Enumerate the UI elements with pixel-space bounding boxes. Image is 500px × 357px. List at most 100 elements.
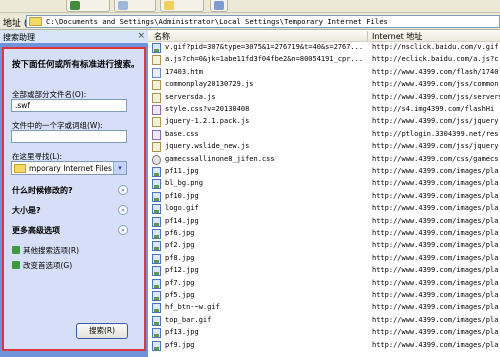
- arrow-right-icon: [12, 261, 20, 269]
- toolbar-button-search[interactable]: [114, 0, 156, 12]
- table-row[interactable]: jquery-1.2.1.pack.js http://www.4399.com/…: [148, 116, 500, 128]
- image-file-icon: [152, 229, 161, 239]
- chevron-down-icon[interactable]: ▾: [113, 162, 126, 174]
- table-row[interactable]: commonplay20130729.js http://www.4399.com…: [148, 79, 500, 91]
- file-name: logo.gif: [165, 204, 199, 213]
- toolbar-button-folders[interactable]: [160, 0, 204, 12]
- internet-address: http://www.4399.com/images/pla: [372, 167, 499, 175]
- address-bar: 地址 (D) C:\Documents and Settings\Adminis…: [0, 13, 500, 30]
- image-file-icon: [152, 204, 161, 215]
- address-input[interactable]: C:\Documents and Settings\Administrator\…: [26, 15, 500, 28]
- lookin-select[interactable]: mporary Internet Files ▾: [11, 161, 127, 175]
- internet-address: http://www.4399.com/images/pla: [372, 191, 499, 200]
- internet-address: http://www.4399.com/images/pla: [372, 241, 499, 250]
- image-file-icon: [152, 191, 161, 202]
- column-header-name[interactable]: 名称: [154, 31, 170, 42]
- expand-chevron-icon[interactable]: »: [118, 185, 128, 195]
- arrow-right-icon: [12, 246, 20, 254]
- table-row[interactable]: jquery.wslide_new.js http://www.4399.com/…: [148, 141, 500, 153]
- phrase-input[interactable]: [11, 130, 127, 143]
- internet-address: http://www.4399.com/images/pla: [372, 229, 499, 237]
- close-icon[interactable]: ×: [137, 31, 145, 41]
- advanced-options-expander[interactable]: 更多高级选项: [12, 225, 60, 236]
- internet-address: http://nsclick.baidu.com/v.gif: [372, 43, 499, 51]
- file-name: top_bar.gif: [165, 315, 212, 324]
- other-search-options-label: 其他搜索选项(R): [23, 246, 80, 255]
- image-file-icon: [152, 266, 161, 277]
- search-form: 按下面任何或所有标准进行搜索。 全部或部分文件名(O): .swf 文件中的一个…: [2, 47, 146, 351]
- table-row[interactable]: bl_bg.png http://www.4399.com/images/pla: [148, 178, 500, 190]
- internet-address: http://www.4399.com/images/pla: [372, 253, 499, 262]
- table-row[interactable]: pf2.jpg http://www.4399.com/images/pla: [148, 240, 500, 252]
- internet-address: http://www.4399.com/images/pla: [372, 291, 499, 299]
- table-row[interactable]: base.css http://ptlogin.3304399.net/res: [148, 129, 500, 141]
- table-row[interactable]: pf13.jpg http://www.4399.com/images/pla: [148, 327, 500, 339]
- change-preferences-link[interactable]: 改变首选项(G): [12, 260, 72, 271]
- table-row[interactable]: pf12.jpg http://www.4399.com/images/pla: [148, 265, 500, 277]
- column-divider[interactable]: [367, 31, 368, 41]
- script-file-icon: [152, 92, 161, 103]
- file-list: 名称 Internet 地址 v.gif?pid=307&type=3075&1…: [148, 30, 500, 357]
- table-row[interactable]: pf8.jpg http://www.4399.com/images/pla: [148, 253, 500, 265]
- image-file-icon: [152, 291, 161, 301]
- file-name: commonplay20130729.js: [165, 80, 254, 89]
- script-file-icon: [152, 55, 161, 66]
- table-row[interactable]: serversda.js http://www.4399.com/jss/serv…: [148, 92, 500, 104]
- change-preferences-label: 改变首选项(G): [23, 261, 73, 270]
- list-header: 名称 Internet 地址: [148, 30, 500, 42]
- table-row[interactable]: logo.gif http://www.4399.com/images/pla: [148, 203, 500, 215]
- internet-address: http://s4.img4399.com/flashHi: [372, 105, 495, 113]
- image-file-icon: [152, 216, 161, 227]
- table-row[interactable]: style.css?v=20130408 http://s4.img4399.co…: [148, 104, 500, 116]
- expand-chevron-icon[interactable]: »: [118, 225, 128, 235]
- table-row[interactable]: a.js?ch=0&jk=1abe11fd3f04fbe2&n=80054191…: [148, 54, 500, 66]
- table-row[interactable]: pf6.jpg http://www.4399.com/images/pla: [148, 228, 500, 240]
- internet-address: http://www.4399.com/flash/1740: [372, 67, 499, 76]
- file-name: pf9.jpg: [165, 340, 195, 349]
- html-file-icon: [152, 67, 161, 78]
- table-row[interactable]: pf7.jpg http://www.4399.com/images/pla: [148, 278, 500, 290]
- internet-address: http://www.4399.com/images/pla: [372, 303, 499, 312]
- internet-address: http://www.4399.com/images/pla: [372, 278, 499, 287]
- image-file-icon: [152, 315, 161, 326]
- address-path: C:\Documents and Settings\Administrator\…: [46, 17, 388, 26]
- internet-address: http://eclick.baidu.com/a.js?c: [372, 55, 499, 64]
- table-row[interactable]: gamecssallinone8_jifen.css http://www.439…: [148, 154, 500, 166]
- column-header-address[interactable]: Internet 地址: [372, 31, 422, 42]
- table-row[interactable]: pf9.jpg http://www.4399.com/images/pla: [148, 340, 500, 352]
- internet-address: http://www.4399.com/jss/common: [372, 80, 499, 89]
- image-file-icon: [152, 278, 161, 289]
- other-search-options-link[interactable]: 其他搜索选项(R): [12, 245, 79, 256]
- expand-chevron-icon[interactable]: »: [118, 205, 128, 215]
- stylesheet-file-icon: [152, 129, 161, 140]
- internet-address: http://www.4399.com/images/pla: [372, 315, 499, 324]
- file-name: pf2.jpg: [165, 241, 195, 250]
- folder-icon: [14, 164, 26, 173]
- table-row[interactable]: 17403.htm http://www.4399.com/flash/1740: [148, 67, 500, 79]
- internet-address: http://www.4399.com/images/pla: [372, 340, 499, 349]
- image-file-icon: [152, 43, 161, 53]
- file-name: bl_bg.png: [165, 179, 203, 188]
- table-row[interactable]: hf_btn-~w.gif http://www.4399.com/images/…: [148, 302, 500, 314]
- size-expander[interactable]: 大小是?: [12, 205, 41, 216]
- folder-icon: [164, 1, 174, 10]
- file-name: pf7.jpg: [165, 278, 195, 287]
- when-modified-expander[interactable]: 什么时候修改的?: [12, 185, 73, 196]
- filename-input[interactable]: .swf: [11, 99, 127, 112]
- table-row[interactable]: pf14.jpg http://www.4399.com/images/pla: [148, 216, 500, 228]
- image-file-icon: [152, 241, 161, 252]
- table-row[interactable]: pf11.jpg http://www.4399.com/images/pla: [148, 166, 500, 178]
- toolbar-button-views[interactable]: [210, 0, 228, 12]
- table-row[interactable]: pf5.jpg http://www.4399.com/images/pla: [148, 290, 500, 302]
- file-name: pf12.jpg: [165, 266, 199, 275]
- file-name: serversda.js: [165, 92, 216, 101]
- file-name: jquery.wslide_new.js: [165, 142, 250, 151]
- internet-address: http://www.4399.com/images/pla: [372, 216, 499, 225]
- table-row[interactable]: v.gif?pid=307&type=3075&1=276719&t=40&s=…: [148, 42, 500, 54]
- search-pane-title: 搜索助理: [3, 33, 35, 42]
- search-button[interactable]: 搜索(R): [76, 323, 128, 339]
- table-row[interactable]: pf10.jpg http://www.4399.com/images/pla: [148, 191, 500, 203]
- toolbar-button-back[interactable]: [66, 0, 110, 12]
- table-row[interactable]: top_bar.gif http://www.4399.com/images/pl…: [148, 315, 500, 327]
- image-file-icon: [152, 340, 161, 351]
